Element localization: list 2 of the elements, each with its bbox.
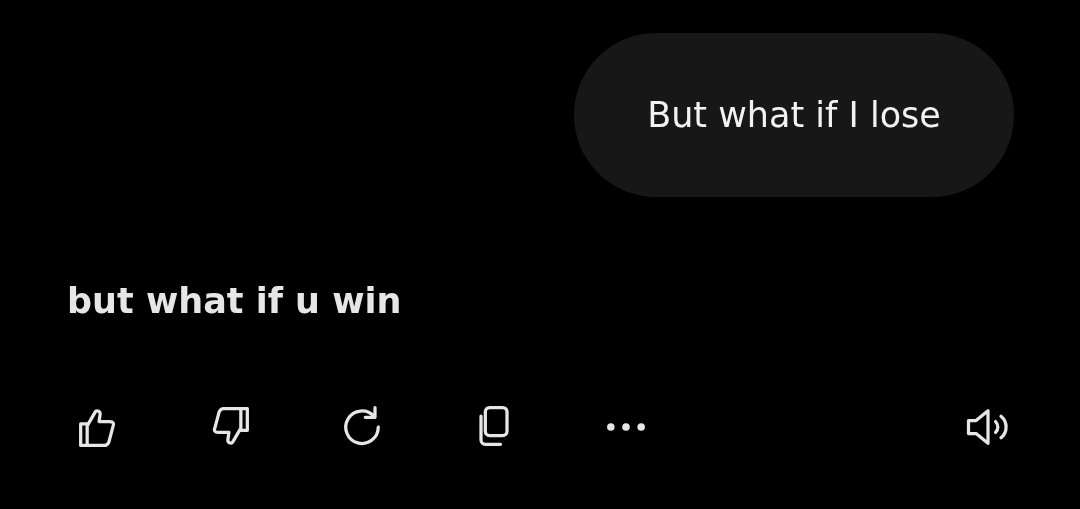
assistant-message: but what if u win [67,281,402,321]
user-message: But what if I lose [647,95,941,135]
